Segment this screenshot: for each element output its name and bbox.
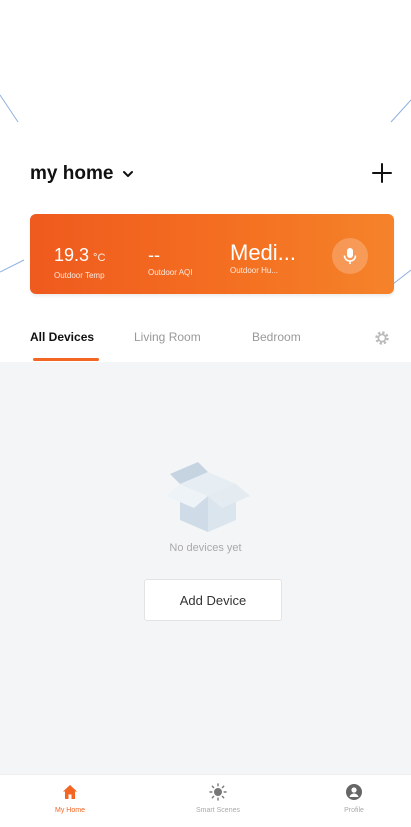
leader-line <box>0 259 25 273</box>
nav-my-home[interactable]: My Home <box>30 783 110 814</box>
active-tab-indicator <box>33 358 99 361</box>
humidity-label: Outdoor Hu... <box>230 266 279 275</box>
tab-living-room[interactable]: Living Room <box>134 330 201 344</box>
sun-icon <box>209 783 227 801</box>
leader-line <box>392 269 411 285</box>
profile-icon <box>346 784 362 800</box>
nav-profile[interactable]: Profile <box>314 783 394 814</box>
voice-button[interactable] <box>332 238 368 274</box>
tab-bedroom[interactable]: Bedroom <box>252 330 301 344</box>
outdoor-humidity: Medi... Outdoor Hu... <box>230 240 297 276</box>
home-name: my home <box>30 163 114 184</box>
microphone-icon <box>343 248 357 264</box>
home-selector[interactable]: my home <box>30 163 135 185</box>
bottom-nav: My Home Smart Scenes Profile <box>0 774 411 827</box>
chevron-down-icon <box>123 171 134 177</box>
home-icon <box>63 785 77 799</box>
tab-all-devices[interactable]: All Devices <box>30 330 94 344</box>
nav-smart-scenes[interactable]: Smart Scenes <box>178 783 258 814</box>
temp-label: Outdoor Temp <box>54 271 105 280</box>
aqi-value: -- <box>148 245 160 265</box>
add-icon[interactable] <box>368 159 396 187</box>
temp-value: 19.3 <box>54 245 90 265</box>
nav-label: Smart Scenes <box>196 807 240 814</box>
nav-label: Profile <box>344 807 364 814</box>
device-list-area: No devices yet Add Device <box>0 362 411 774</box>
app-header: my home <box>0 155 411 195</box>
room-tabs: All Devices Living Room Bedroom <box>0 322 411 362</box>
add-device-button[interactable]: Add Device <box>144 579 282 621</box>
temp-unit: °C <box>93 252 106 264</box>
gear-icon[interactable] <box>374 330 390 346</box>
empty-state-text: No devices yet <box>169 542 242 554</box>
weather-card[interactable]: 19.3 °C Outdoor Temp -- Outdoor AQI Medi.… <box>30 214 394 294</box>
leader-line <box>0 94 19 123</box>
outdoor-temp: 19.3 °C Outdoor Temp <box>54 244 105 280</box>
leader-line <box>390 99 411 123</box>
nav-label: My Home <box>55 807 85 814</box>
humidity-value: Medi... <box>230 240 297 265</box>
aqi-label: Outdoor AQI <box>148 268 193 277</box>
outdoor-aqi: -- Outdoor AQI <box>148 244 192 277</box>
empty-box-icon <box>166 462 250 532</box>
